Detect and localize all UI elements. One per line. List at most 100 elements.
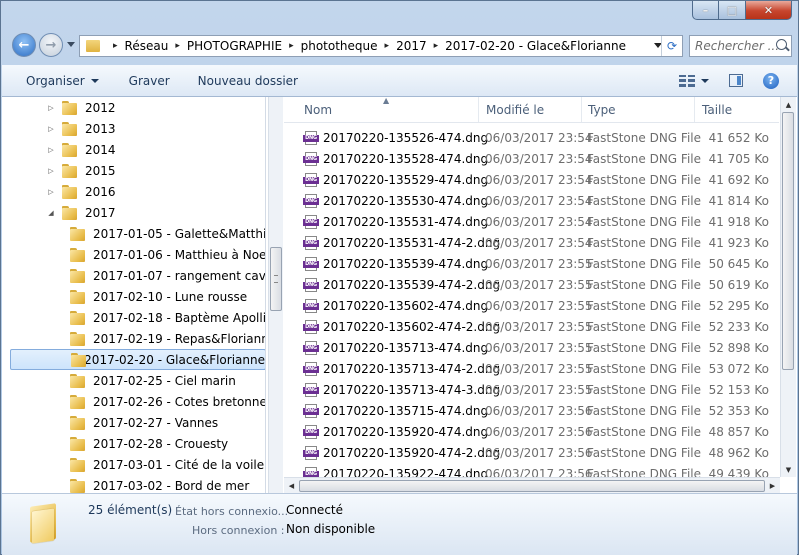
scroll-right-icon[interactable]: ▶ (765, 478, 780, 493)
expand-toggle-icon[interactable]: ▷ (46, 188, 56, 196)
column-name[interactable]: Nom (304, 103, 332, 117)
file-row[interactable]: 20170220-135530-474.dng06/03/2017 23:54F… (284, 191, 779, 212)
column-divider[interactable] (581, 97, 582, 122)
tree-item-label: 2017-02-20 - Glace&Florianne (84, 352, 265, 367)
file-row[interactable]: 20170220-135920-474-2.dng06/03/2017 23:5… (284, 443, 779, 464)
file-modified: 06/03/2017 23:55 (485, 341, 593, 355)
breadcrumb-separator-icon[interactable]: ▸ (434, 41, 439, 51)
file-row[interactable]: 20170220-135539-474.dng06/03/2017 23:55F… (284, 254, 779, 275)
file-name: 20170220-135715-474.dng (323, 404, 489, 418)
address-bar[interactable]: ▸ Réseau ▸ PHOTOGRAPHIE ▸ phototheque ▸ 2017 ▸ 20… (79, 35, 683, 57)
offline-availability-value: Non disponible (286, 522, 376, 536)
tree-item-folder[interactable]: 2017-03-02 - Bord de mer (70, 475, 249, 493)
scroll-up-icon[interactable]: ▲ (781, 97, 796, 112)
tree-item-folder[interactable]: 2017-02-18 - Baptème Apolline (70, 307, 265, 328)
file-list-vertical-scrollbar[interactable]: ▲ ▼ (780, 97, 796, 477)
file-row[interactable]: 20170220-135713-474-2.dng06/03/2017 23:5… (284, 359, 779, 380)
maximize-button[interactable]: □ (719, 1, 746, 20)
file-row[interactable]: 20170220-135713-474-3.dng06/03/2017 23:5… (284, 380, 779, 401)
breadcrumb-item[interactable]: Réseau (125, 39, 169, 53)
new-folder-button[interactable]: Nouveau dossier (184, 65, 312, 96)
tree-item-year[interactable]: ▷ 2013 (46, 118, 116, 139)
file-list-horizontal-scrollbar[interactable]: ◀ ▶ (284, 477, 780, 493)
tree-item-folder[interactable]: 2017-03-01 - Cité de la voile (70, 454, 264, 475)
column-modified[interactable]: Modifié le (486, 103, 544, 117)
tree-item-year[interactable]: ▷ 2014 (46, 139, 116, 160)
file-name: 20170220-135539-474-2.dng (323, 278, 501, 292)
file-row[interactable]: 20170220-135531-474-2.dng06/03/2017 23:5… (284, 233, 779, 254)
preview-pane-icon[interactable] (729, 74, 743, 87)
breadcrumb-separator-icon[interactable]: ▸ (385, 41, 390, 51)
file-row[interactable]: 20170220-135529-474.dng06/03/2017 23:54F… (284, 170, 779, 191)
file-modified: 06/03/2017 23:54 (485, 236, 593, 250)
file-row[interactable]: 20170220-135920-474.dng06/03/2017 23:56F… (284, 422, 779, 443)
organize-menu[interactable]: Organiser (2, 65, 113, 96)
back-arrow-icon: ← (18, 37, 30, 53)
back-button[interactable]: ← (12, 33, 36, 57)
scroll-left-icon[interactable]: ◀ (284, 478, 299, 493)
file-row[interactable]: 20170220-135602-474-2.dng06/03/2017 23:5… (284, 317, 779, 338)
help-icon[interactable]: ? (763, 72, 779, 89)
file-type: FastStone DNG File (587, 341, 701, 355)
file-row[interactable]: 20170220-135531-474.dng06/03/2017 23:54F… (284, 212, 779, 233)
breadcrumb-item[interactable]: 2017-02-20 - Glace&Florianne (445, 39, 626, 53)
dng-file-icon (303, 341, 319, 355)
tree-item-folder[interactable]: 2017-02-25 - Ciel marin (70, 370, 236, 391)
tree-item-folder[interactable]: 2017-02-28 - Crouesty (70, 433, 228, 454)
tree-item-folder[interactable]: 2017-02-19 - Repas&Florianne (70, 328, 265, 349)
burn-button[interactable]: Graver (113, 65, 184, 96)
recent-pages-dropdown[interactable] (67, 42, 75, 47)
expand-toggle-icon[interactable]: ▷ (46, 125, 56, 133)
tree-item-folder[interactable]: 2017-01-05 - Galette&Matthieu (70, 223, 265, 244)
breadcrumb-item[interactable]: 2017 (396, 39, 427, 53)
organize-label: Organiser (26, 73, 85, 88)
tree-item-year[interactable]: ▷ 2012 (46, 97, 116, 118)
column-size[interactable]: Taille (702, 103, 732, 117)
navigation-scroll-thumb[interactable] (270, 247, 282, 311)
breadcrumb-separator-icon[interactable]: ▸ (113, 41, 118, 51)
file-row[interactable]: 20170220-135715-474.dng06/03/2017 23:56F… (284, 401, 779, 422)
vertical-scroll-thumb[interactable] (782, 112, 794, 370)
expand-toggle-icon[interactable]: ▷ (46, 104, 56, 112)
scroll-down-icon[interactable]: ▼ (781, 462, 796, 477)
tree-item-folder[interactable]: 2017-02-20 - Glace&Florianne (10, 349, 265, 370)
file-row[interactable]: 20170220-135539-474-2.dng06/03/2017 23:5… (284, 275, 779, 296)
file-row[interactable]: 20170220-135713-474.dng06/03/2017 23:55F… (284, 338, 779, 359)
tree-item-folder[interactable]: 2017-02-10 - Lune rousse (70, 286, 247, 307)
search-box[interactable]: Rechercher ... (689, 35, 792, 57)
file-row[interactable]: 20170220-135602-474.dng06/03/2017 23:55F… (284, 296, 779, 317)
column-divider[interactable] (478, 97, 479, 122)
file-name: 20170220-135920-474.dng (323, 425, 489, 439)
expand-toggle-icon[interactable]: ▷ (46, 146, 56, 154)
expand-toggle-icon[interactable]: ▷ (46, 167, 56, 175)
column-type[interactable]: Type (588, 103, 616, 117)
tree-item-label: 2017-01-07 - rangement cave (93, 268, 266, 283)
breadcrumb-separator-icon[interactable]: ▸ (289, 41, 294, 51)
view-dropdown-icon[interactable] (701, 78, 709, 83)
breadcrumb-item[interactable]: phototheque (301, 39, 378, 53)
folder-icon (70, 436, 85, 451)
tree-item-folder[interactable]: 2017-01-07 - rangement cave (70, 265, 266, 286)
close-button[interactable]: ✕ (746, 1, 792, 20)
tree-item-year[interactable]: ◢ 2017 (46, 202, 116, 223)
tree-item-year[interactable]: ▷ 2015 (46, 160, 116, 181)
navigation-scrollbar[interactable] (268, 97, 283, 493)
tree-item-folder[interactable]: 2017-02-27 - Vannes (70, 412, 218, 433)
file-row[interactable]: 20170220-135528-474.dng06/03/2017 23:54F… (284, 149, 779, 170)
column-divider[interactable] (694, 97, 695, 122)
view-options-icon[interactable] (679, 74, 695, 87)
tree-item-year[interactable]: ▷ 2016 (46, 181, 116, 202)
search-icon[interactable] (776, 39, 787, 50)
tree-item-folder[interactable]: 2017-02-26 - Cotes bretonnes (70, 391, 265, 412)
breadcrumb-item[interactable]: PHOTOGRAPHIE (187, 39, 282, 53)
file-row[interactable]: 20170220-135526-474.dng06/03/2017 23:54F… (284, 128, 779, 149)
tree-item-folder[interactable]: 2017-01-06 - Matthieu à Noel (70, 244, 265, 265)
forward-button[interactable]: → (39, 33, 63, 57)
minimize-button[interactable]: – (692, 1, 719, 20)
expand-toggle-icon[interactable]: ◢ (46, 209, 56, 217)
file-size: 41 918 Ko (708, 215, 769, 229)
offline-state-label: État hors connexio... (175, 505, 289, 518)
breadcrumb-separator-icon[interactable]: ▸ (175, 41, 180, 51)
horizontal-scroll-thumb[interactable] (299, 480, 765, 492)
refresh-button[interactable]: ⟳ (661, 36, 682, 56)
